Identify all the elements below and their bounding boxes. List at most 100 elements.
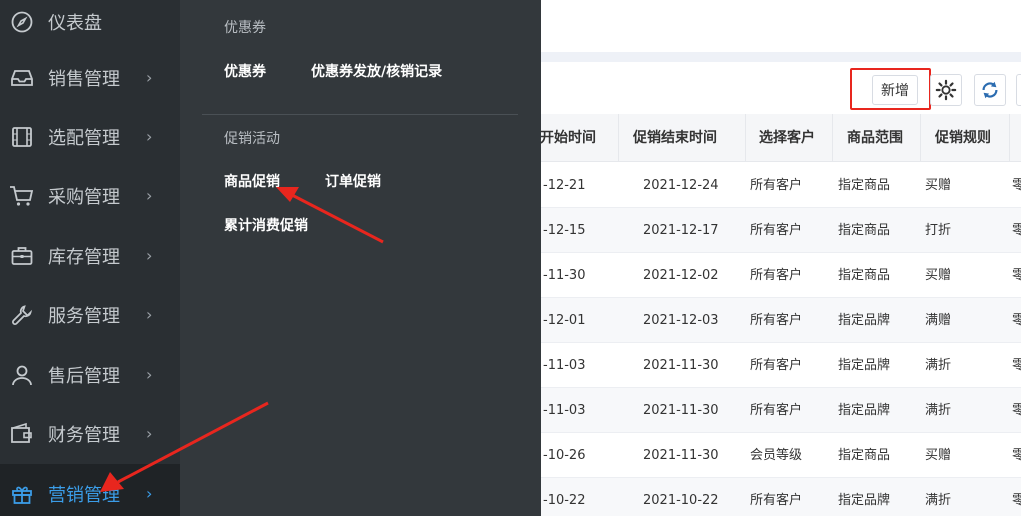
cell-rule: 买赠 (925, 448, 952, 463)
sidebar-item-marketing[interactable]: 营销管理 › (0, 464, 180, 516)
column-header-customer[interactable]: 选择客户 (746, 114, 833, 162)
chevron-right-icon: › (146, 484, 153, 503)
cell-scope: 指定品牌 (838, 313, 891, 328)
sidebar-item-finance[interactable]: 财务管理 › (0, 404, 180, 463)
cell-start: -12-01 (543, 313, 586, 328)
cell-end: 2021-11-30 (643, 448, 719, 463)
menu-link-cumulative-promotion[interactable]: 累计消费促销 (224, 215, 308, 235)
cell-scope: 指定商品 (838, 268, 891, 283)
film-icon (9, 124, 35, 150)
table-row[interactable]: -10-22 2021-10-22 所有客户 指定品牌 满折 零 (540, 478, 1021, 516)
cell-customer: 所有客户 (750, 358, 803, 373)
menu-link-order-promotion[interactable]: 订单促销 (325, 171, 381, 191)
cell-extra: 零 (1012, 268, 1021, 283)
sidebar-item-inventory[interactable]: 库存管理 › (0, 226, 180, 285)
sidebar-item-aftersales[interactable]: 售后管理 › (0, 345, 180, 404)
sidebar-item-dashboard[interactable]: 仪表盘 (0, 0, 180, 51)
cell-start: -10-26 (543, 448, 586, 463)
cell-extra: 零 (1012, 313, 1021, 328)
column-header-scope[interactable]: 商品范围 (833, 114, 921, 162)
sidebar-item-purchase[interactable]: 采购管理 › (0, 166, 180, 225)
user-icon (9, 362, 35, 388)
sidebar-item-label: 选配管理 (48, 127, 120, 149)
cell-scope: 指定商品 (838, 178, 891, 193)
refresh-button[interactable] (974, 74, 1006, 106)
table-header: 开始时间 促销结束时间 选择客户 商品范围 促销规则 (540, 114, 1021, 162)
table-row[interactable]: -11-03 2021-11-30 所有客户 指定品牌 满折 零 (540, 343, 1021, 388)
group-title-promotion: 促销活动 (224, 131, 280, 147)
table-row[interactable]: -12-21 2021-12-24 所有客户 指定商品 买赠 零 (540, 163, 1021, 208)
table-row[interactable]: -12-01 2021-12-03 所有客户 指定品牌 满赠 零 (540, 298, 1021, 343)
cell-end: 2021-11-30 (643, 403, 719, 418)
cell-start: -12-21 (543, 178, 586, 193)
menu-link-coupon[interactable]: 优惠券 (224, 61, 266, 81)
sidebar-item-label: 营销管理 (48, 484, 120, 506)
compass-icon (9, 9, 35, 35)
cell-end: 2021-12-03 (643, 313, 719, 328)
chevron-right-icon: › (146, 186, 153, 205)
chevron-right-icon: › (146, 424, 153, 443)
chevron-right-icon: › (146, 246, 153, 265)
cell-scope: 指定商品 (838, 448, 891, 463)
menu-link-coupon-records[interactable]: 优惠券发放/核销记录 (311, 61, 442, 81)
sidebar-item-config[interactable]: 选配管理 › (0, 107, 180, 166)
cell-end: 2021-11-30 (643, 358, 719, 373)
cell-scope: 指定品牌 (838, 403, 891, 418)
sidebar-item-service[interactable]: 服务管理 › (0, 285, 180, 344)
table-row[interactable]: -10-26 2021-11-30 会员等级 指定商品 买赠 零 (540, 433, 1021, 478)
cell-customer: 所有客户 (750, 178, 803, 193)
more-tool-button[interactable] (1016, 74, 1021, 106)
cell-customer: 所有客户 (750, 403, 803, 418)
cell-end: 2021-12-17 (643, 223, 719, 238)
sidebar-item-label: 库存管理 (48, 246, 120, 268)
wrench-icon (9, 302, 35, 328)
settings-button[interactable] (930, 74, 962, 106)
table-row[interactable]: -12-15 2021-12-17 所有客户 指定商品 打折 零 (540, 208, 1021, 253)
chevron-right-icon: › (146, 305, 153, 324)
cell-rule: 满折 (925, 493, 952, 508)
cell-extra: 零 (1012, 223, 1021, 238)
cell-end: 2021-12-24 (643, 178, 719, 193)
table-row[interactable]: -11-03 2021-11-30 所有客户 指定品牌 满折 零 (540, 388, 1021, 433)
app-root: 新增 开始时间 促销结束时间 选择客户 商品范围 促销规则 -12-21 202… (0, 0, 1021, 516)
gear-icon (935, 79, 957, 101)
gift-icon (9, 481, 35, 507)
column-header-rule[interactable]: 促销规则 (921, 114, 1010, 162)
table-row[interactable]: -11-30 2021-12-02 所有客户 指定商品 买赠 零 (540, 253, 1021, 298)
column-header-start[interactable]: 开始时间 (540, 114, 619, 162)
sidebar-item-label: 采购管理 (48, 186, 120, 208)
sidebar-item-label: 售后管理 (48, 365, 120, 387)
cell-scope: 指定品牌 (838, 493, 891, 508)
cell-extra: 零 (1012, 493, 1021, 508)
sidebar-item-label: 销售管理 (48, 68, 120, 90)
chevron-right-icon: › (146, 127, 153, 146)
briefcase-icon (9, 243, 35, 269)
inbox-icon (9, 65, 35, 91)
cell-extra: 零 (1012, 403, 1021, 418)
add-button[interactable]: 新增 (872, 75, 918, 105)
chevron-right-icon: › (146, 365, 153, 384)
column-header-end[interactable]: 促销结束时间 (619, 114, 746, 162)
chevron-right-icon: › (146, 68, 153, 87)
cell-start: -10-22 (543, 493, 586, 508)
cell-scope: 指定商品 (838, 223, 891, 238)
cart-icon (9, 183, 35, 209)
sidebar-item-sales[interactable]: 销售管理 › (0, 48, 180, 107)
marketing-flyout-menu: 优惠券 优惠券 优惠券发放/核销记录 促销活动 商品促销 订单促销 累计消费促销 (180, 0, 541, 516)
sidebar-item-label: 财务管理 (48, 424, 120, 446)
cell-rule: 打折 (925, 223, 952, 238)
wallet-icon (9, 421, 35, 447)
menu-link-product-promotion[interactable]: 商品促销 (224, 171, 280, 191)
cell-rule: 满折 (925, 403, 952, 418)
cell-extra: 零 (1012, 448, 1021, 463)
cell-rule: 满折 (925, 358, 952, 373)
cell-customer: 所有客户 (750, 493, 803, 508)
cell-extra: 零 (1012, 178, 1021, 193)
cell-rule: 买赠 (925, 178, 952, 193)
cell-end: 2021-10-22 (643, 493, 719, 508)
group-title-coupon: 优惠券 (224, 20, 266, 36)
cell-customer: 所有客户 (750, 268, 803, 283)
refresh-icon (982, 81, 998, 99)
sidebar-item-label: 服务管理 (48, 305, 120, 327)
cell-scope: 指定品牌 (838, 358, 891, 373)
